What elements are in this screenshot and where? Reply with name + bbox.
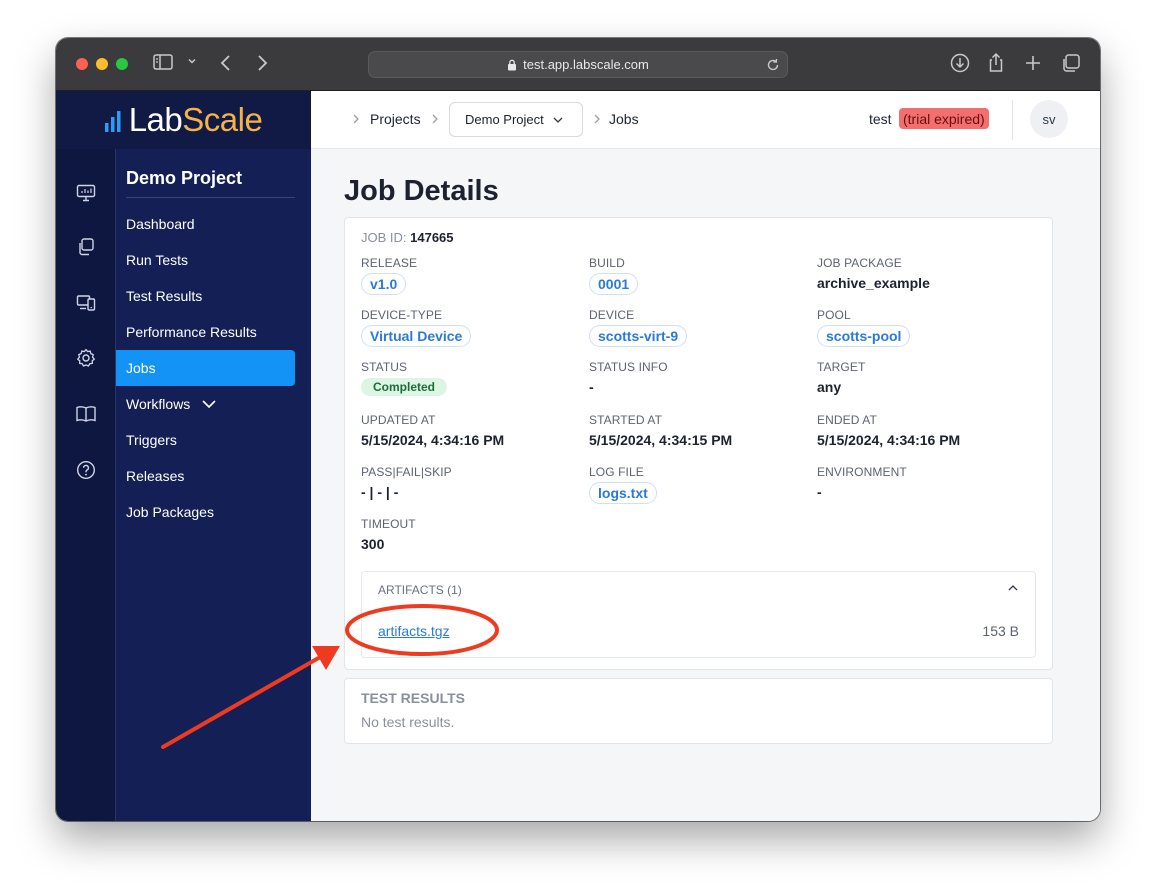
sidebar-toggle-icon[interactable] xyxy=(152,52,174,72)
sidebar-item-jobs[interactable]: Jobs xyxy=(116,350,295,386)
artifacts-panel: ARTIFACTS (1) artifacts.tgz 153 B xyxy=(361,571,1036,658)
address-bar[interactable]: test.app.labscale.com xyxy=(368,51,788,78)
field-build: BUILD 0001 xyxy=(589,256,799,295)
field-pass-fail-skip: PASS|FAIL|SKIP - | - | - xyxy=(361,465,452,500)
forward-icon[interactable] xyxy=(252,52,272,74)
avatar[interactable]: sv xyxy=(1030,100,1068,138)
device-type-link[interactable]: Virtual Device xyxy=(361,325,472,347)
field-target: TARGET any xyxy=(817,360,866,395)
devices-icon[interactable] xyxy=(75,292,97,314)
logo-bars-icon xyxy=(104,111,121,132)
downloads-icon[interactable] xyxy=(949,52,971,74)
share-icon[interactable] xyxy=(986,52,1006,74)
monitor-icon[interactable] xyxy=(75,182,97,204)
chevron-down-icon xyxy=(552,115,564,125)
icon-rail xyxy=(56,149,116,821)
help-icon[interactable] xyxy=(75,459,97,481)
copy-icon[interactable] xyxy=(75,236,97,258)
build-link[interactable]: 0001 xyxy=(589,273,639,295)
gear-icon[interactable] xyxy=(75,347,97,369)
log-file-link[interactable]: logs.txt xyxy=(589,482,657,504)
chevron-right-icon xyxy=(592,113,602,125)
minimize-window-button[interactable] xyxy=(96,58,108,70)
field-log-file: LOG FILE logs.txt xyxy=(589,465,799,504)
app: LabScale Demo Project Dashboard Run Test… xyxy=(56,91,1100,821)
sidebar-item-test-results[interactable]: Test Results xyxy=(116,278,295,314)
chevron-right-icon xyxy=(430,113,440,125)
test-results-card: TEST RESULTS No test results. xyxy=(344,678,1053,744)
trial-expired-badge: (trial expired) xyxy=(899,108,989,129)
divider xyxy=(1012,100,1013,140)
chevron-up-icon[interactable] xyxy=(1007,583,1019,593)
browser-titlebar: test.app.labscale.com xyxy=(56,38,1100,91)
zoom-window-button[interactable] xyxy=(116,58,128,70)
close-window-button[interactable] xyxy=(76,58,88,70)
sidebar-item-performance-results[interactable]: Performance Results xyxy=(116,314,295,350)
job-details-card: JOB ID: 147665 RELEASE v1.0 BUILD 0001 J… xyxy=(344,217,1053,670)
field-updated-at: UPDATED AT 5/15/2024, 4:34:16 PM xyxy=(361,413,505,448)
field-environment: ENVIRONMENT - xyxy=(817,465,907,500)
lock-icon xyxy=(507,59,517,71)
brand-name: LabScale xyxy=(128,101,263,138)
artifact-size: 153 B xyxy=(982,623,1019,639)
artifacts-header[interactable]: ARTIFACTS (1) xyxy=(378,583,462,597)
new-tab-icon[interactable] xyxy=(1023,52,1043,74)
sidenav-project-title: Demo Project xyxy=(126,168,295,198)
device-link[interactable]: scotts-virt-9 xyxy=(589,325,688,347)
breadcrumb-jobs[interactable]: Jobs xyxy=(609,111,639,127)
field-started-at: STARTED AT 5/15/2024, 4:34:15 PM xyxy=(589,413,733,448)
reload-icon[interactable] xyxy=(765,57,781,73)
sidebar-item-job-packages[interactable]: Job Packages xyxy=(116,494,295,530)
field-status-info: STATUS INFO - xyxy=(589,360,668,395)
field-timeout: TIMEOUT 300 xyxy=(361,517,416,552)
pool-link[interactable]: scotts-pool xyxy=(817,325,911,347)
sidebar-item-workflows[interactable]: Workflows xyxy=(116,386,295,422)
project-select-value: Demo Project xyxy=(465,112,544,127)
user-name: test xyxy=(869,111,892,127)
field-pool: POOL scotts-pool xyxy=(817,308,1027,347)
breadcrumb-projects[interactable]: Projects xyxy=(370,111,421,127)
sidebar-item-run-tests[interactable]: Run Tests xyxy=(116,242,295,278)
chevron-right-icon xyxy=(351,113,361,125)
release-link[interactable]: v1.0 xyxy=(361,273,407,295)
chevron-down-icon xyxy=(200,397,218,411)
brand-logo[interactable]: LabScale xyxy=(56,91,311,149)
artifact-download-link[interactable]: artifacts.tgz xyxy=(378,623,450,639)
status-badge: Completed xyxy=(361,378,448,396)
book-icon[interactable] xyxy=(75,403,97,425)
field-device: DEVICE scotts-virt-9 xyxy=(589,308,799,347)
main-content: Projects Demo Project Jobs test (trial e… xyxy=(311,91,1100,821)
project-select[interactable]: Demo Project xyxy=(449,102,583,137)
back-icon[interactable] xyxy=(216,52,236,74)
sidebar-item-label: Workflows xyxy=(126,396,191,412)
sidebar-item-releases[interactable]: Releases xyxy=(116,458,295,494)
field-job-package: JOB PACKAGE archive_example xyxy=(817,256,930,291)
field-ended-at: ENDED AT 5/15/2024, 4:34:16 PM xyxy=(817,413,961,448)
url-text: test.app.labscale.com xyxy=(523,57,649,72)
page-title: Job Details xyxy=(344,175,499,207)
field-release: RELEASE v1.0 xyxy=(361,256,571,295)
field-status: STATUS Completed xyxy=(361,360,571,396)
sidebar-item-dashboard[interactable]: Dashboard xyxy=(116,206,295,242)
job-id: JOB ID: 147665 xyxy=(361,230,454,245)
top-bar: Projects Demo Project Jobs test (trial e… xyxy=(311,91,1100,149)
sidebar-item-triggers[interactable]: Triggers xyxy=(116,422,295,458)
field-device-type: DEVICE-TYPE Virtual Device xyxy=(361,308,571,347)
test-results-empty: No test results. xyxy=(361,714,455,730)
test-results-header: TEST RESULTS xyxy=(361,690,465,706)
browser-window: test.app.labscale.com LabScale Demo Proj… xyxy=(56,38,1100,821)
project-sidenav: Demo Project Dashboard Run Tests Test Re… xyxy=(116,149,311,821)
tab-overview-icon[interactable] xyxy=(1060,52,1082,74)
chevron-down-icon[interactable] xyxy=(186,55,198,67)
